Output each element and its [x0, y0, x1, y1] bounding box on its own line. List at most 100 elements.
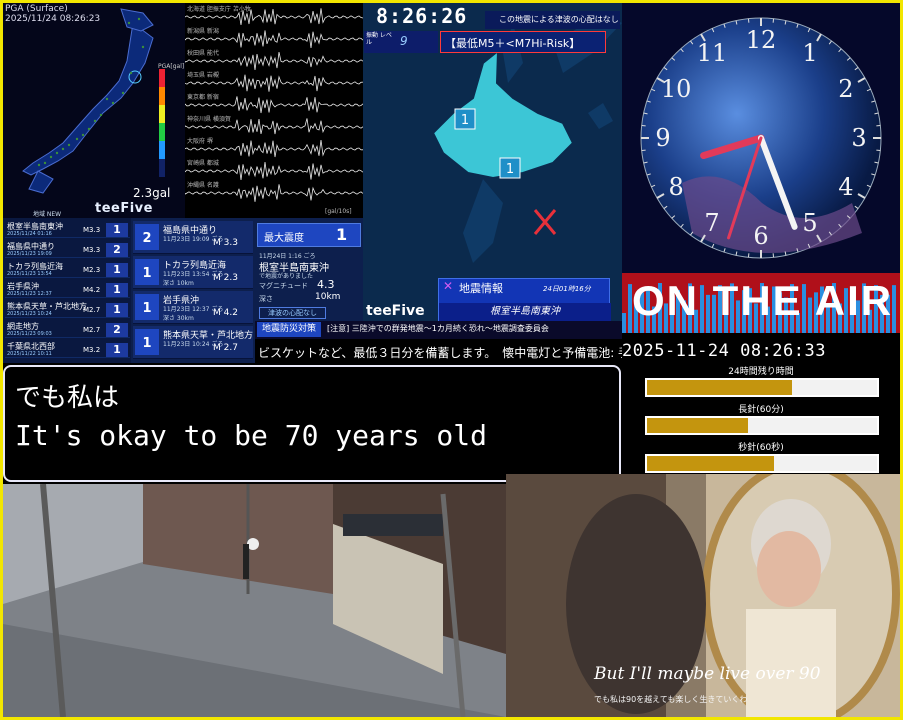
clock-numeral: 6	[753, 222, 768, 250]
clock-numeral: 1	[802, 39, 817, 67]
quake-detail-card[interactable]: 1 熊本県天草・芦北地方 11月23日 10:24 ごろ M 2.7	[133, 326, 253, 359]
quake-list-item[interactable]: 根室半島南東沖 2025/11/24 01:16 M3.3 1	[5, 222, 130, 238]
quake-list: 地域 NEW 根室半島南東沖 2025/11/24 01:16 M3.3 1 福島県…	[3, 211, 131, 363]
subtitle-box: でも私は It's okay to be 70 years old	[3, 365, 621, 482]
quake-magnitude: M3.3	[83, 226, 101, 234]
map-header: PGA (Surface) 2025/11/24 08:26:23	[5, 4, 101, 24]
quake-name: トカラ列島近海	[7, 262, 63, 271]
quake-date: 2025/11/23 12:37	[7, 291, 52, 297]
station-label: 沖縄県 名護	[187, 182, 219, 189]
bar-label-second: 秒針(60秒)	[738, 443, 784, 453]
depth-value: 10km	[315, 292, 341, 302]
audio-bar	[622, 313, 626, 333]
quake-date: 2025/11/22 10:11	[7, 351, 52, 357]
on-air-text: ON THE AIR	[632, 277, 894, 324]
station-label: 東京都 新宿	[187, 94, 219, 101]
digital-clock: 8:26:26	[376, 4, 468, 28]
intensity-badge: 1	[135, 294, 159, 320]
quake-intensity: 2	[106, 323, 128, 337]
close-icon: ✕	[443, 279, 454, 293]
bar-label-minute: 長針(60分)	[738, 405, 784, 415]
quake-list-item[interactable]: 福島県中通り 2025/11/23 19:09 M3.3 2	[5, 242, 130, 258]
quake-date: 2025/11/24 01:16	[7, 231, 52, 237]
quake-sub: で地震がありました	[259, 273, 314, 280]
quake-detail-card[interactable]: 1 トカラ列島近海 11月23日 13:54 ごろ 深さ 10km M 2.3	[133, 256, 253, 289]
quake-detail-card[interactable]: 1 岩手県沖 11月23日 12:37 ごろ 深さ 30km M 4.2	[133, 291, 253, 324]
max-intensity-label: 最大震度	[264, 233, 304, 244]
quake-list-item[interactable]: トカラ列島近海 2025/11/23 13:54 M2.3 1	[5, 262, 130, 278]
progress-bar-day	[645, 378, 879, 397]
depth-label: 深さ	[259, 295, 273, 303]
max-intensity-panel: 最大震度 1 11月24日 1:16 ごろ 根室半島南東沖 で地震がありました …	[255, 218, 363, 323]
station-label: 埼玉県 岩槻	[187, 72, 219, 79]
quake-magnitude: M3.2	[83, 346, 101, 354]
station-label: 新潟県 新潟	[187, 28, 219, 35]
quake-list-item[interactable]: 岩手県沖 2025/11/23 12:37 M4.2 1	[5, 282, 130, 298]
brand-logo-2: teeFive	[366, 303, 425, 319]
ticker-line-2: ビスケットなど、最低３日分を備蓄します。 懐中電灯と予備電池: 手	[255, 340, 622, 364]
quake-date: 2025/11/23 13:54	[7, 271, 52, 277]
max-intensity-value: 1	[336, 225, 348, 244]
quake-list-item[interactable]: 熊本県天草・芦北地方 2025/11/23 10:24 M2.7 1	[5, 302, 130, 318]
risk-banner: 【最低M5＋<M7Hi-Risk】	[440, 31, 606, 53]
info-location: 根室半島南東沖	[439, 303, 611, 321]
clock-numeral: 12	[746, 26, 777, 54]
progress-bar-second	[645, 454, 879, 473]
quake-date: 2025/11/23 10:24	[7, 311, 52, 317]
quake-list-item[interactable]: 網走地方 2025/11/23 09:03 M2.7 2	[5, 322, 130, 338]
video-caption-en: But I'll maybe live over 90	[594, 664, 821, 684]
quake-date: 2025/11/23 09:03	[7, 331, 52, 337]
seismic-map-panel: PGA (Surface) 2025/11/24 08:26:23 PGA[gal…	[3, 3, 185, 218]
quake-detail-cards: 2 福島県中通り 11月23日 19:09 ごろ M 3.3 1 トカラ列島近海 …	[131, 218, 255, 363]
on-air-banner: ON THE AIR	[622, 273, 900, 333]
quake-name: 岩手県沖	[7, 282, 39, 291]
quake-intensity: 2	[106, 243, 128, 257]
quake-intensity: 1	[106, 343, 128, 357]
intensity-badge: 2	[135, 224, 159, 250]
live-camera-view	[3, 484, 506, 717]
analog-clock-panel: 12 1 2 3 4 5 6 7 8 9 10 11	[622, 3, 900, 273]
magnitude-value: 4.3	[317, 278, 335, 291]
tsunami-note: この地震による津波の心配はなし	[485, 11, 620, 29]
quake-intensity: 1	[106, 303, 128, 317]
station-label: 大阪府 堺	[187, 138, 213, 145]
quake-list-item[interactable]: 千葉県北西部 2025/11/22 10:11 M3.2 1	[5, 342, 130, 358]
epicenter-icon	[533, 209, 557, 235]
progress-fill-second	[647, 456, 774, 471]
quake-name: 千葉県北西部	[7, 342, 55, 351]
shindo-level-label: 振動 レベル	[366, 32, 392, 46]
quake-detail-card[interactable]: 2 福島県中通り 11月23日 19:09 ごろ M 3.3	[133, 221, 253, 254]
intensity-badge: 1	[135, 259, 159, 285]
station-label: 宮崎県 都城	[187, 160, 219, 167]
subtitle-line-2: It's okay to be 70 years old	[15, 419, 488, 452]
quake-magnitude: M4.2	[83, 286, 101, 294]
quake-name: 根室半島南東沖	[7, 222, 63, 231]
shindo-level-box: 振動 レベル 9	[364, 31, 438, 53]
bar-label-day: 24時間残り時間	[728, 367, 794, 377]
clock-numeral: 10	[661, 75, 692, 103]
progress-fill-day	[647, 380, 792, 395]
ticker-bar: 地震防災対策 [注意] 三陸沖での群発地震～1カ月続く恐れ～地震調査委員会	[255, 321, 622, 339]
shindo-level-value: 9	[400, 34, 408, 48]
brand-logo: teeFive	[95, 201, 153, 216]
max-intensity-box: 最大震度 1	[257, 223, 361, 247]
clock-numeral: 5	[802, 209, 817, 237]
quake-magnitude: M2.7	[83, 306, 101, 314]
clock-numeral: 7	[704, 209, 719, 237]
card-magnitude: M 3.3	[213, 238, 238, 248]
info-title: 地震情報	[459, 282, 503, 295]
clock-numeral: 4	[838, 173, 853, 201]
video-caption-jp: でも私は90を越えても楽しく生きていくわ	[594, 695, 748, 704]
quake-magnitude: M2.3	[83, 266, 101, 274]
clock-numeral: 9	[655, 124, 670, 152]
clock-numeral: 3	[851, 124, 866, 152]
map-marker-1: 1	[461, 113, 469, 128]
quake-magnitude: M3.3	[83, 246, 101, 254]
card-magnitude: M 4.2	[213, 308, 238, 318]
quake-magnitude: M2.7	[83, 326, 101, 334]
map-marker-2: 1	[506, 162, 514, 177]
quake-name: 熊本県天草・芦北地方	[7, 302, 87, 311]
quake-intensity: 1	[106, 223, 128, 237]
waveform-panel: 北海道 胆振支庁 苫小牧 新潟県 新潟 秋田県 能代 埼玉県 岩槻 東京都 新宿 神奈川県…	[185, 3, 363, 218]
analog-clock: 12 12 3 45 6 78 9 1011	[622, 3, 900, 273]
